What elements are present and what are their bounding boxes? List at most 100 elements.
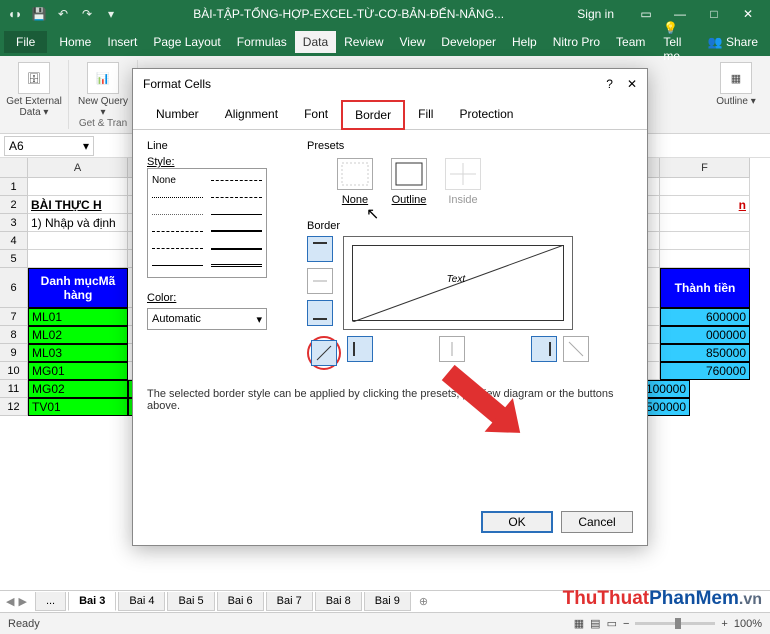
row-header[interactable]: 8: [0, 326, 28, 344]
new-query-button[interactable]: 📊 New Query ▾: [75, 62, 131, 118]
status-bar: Ready ▦ ▤ ▭ − + 100%: [0, 612, 770, 634]
add-sheet-button[interactable]: ⊕: [419, 595, 428, 608]
autosave-icon[interactable]: ◖◗: [6, 5, 24, 23]
zoom-in-icon[interactable]: +: [721, 618, 727, 630]
tab-number[interactable]: Number: [143, 100, 212, 130]
document-title: BÀI-TẬP-TỔNG-HỢP-EXCEL-TỪ-CƠ-BẢN-ĐẾN-NÂN…: [120, 7, 577, 21]
style-none[interactable]: None: [152, 173, 203, 187]
row-header[interactable]: 1: [0, 178, 28, 196]
border-top-button[interactable]: [307, 236, 333, 262]
row-header[interactable]: 11: [0, 380, 28, 398]
tab-border[interactable]: Border: [341, 100, 405, 130]
menu-formulas[interactable]: Formulas: [229, 31, 295, 53]
col-header-a[interactable]: A: [28, 158, 128, 178]
select-all-corner[interactable]: [0, 158, 28, 178]
maximize-icon[interactable]: □: [698, 2, 730, 26]
sheet-tab[interactable]: Bai 9: [364, 592, 411, 611]
menu-data[interactable]: Data: [295, 31, 336, 53]
presets-section-label: Presets: [307, 140, 633, 152]
sheet-tab[interactable]: Bai 3: [68, 592, 116, 611]
menu-page-layout[interactable]: Page Layout: [145, 31, 228, 53]
cancel-button[interactable]: Cancel: [561, 511, 633, 533]
preset-outline[interactable]: Outline: [391, 158, 427, 206]
undo-icon[interactable]: ↶: [54, 5, 72, 23]
tab-fill[interactable]: Fill: [405, 100, 446, 130]
sheet-tab[interactable]: Bai 6: [217, 592, 264, 611]
zoom-slider[interactable]: [635, 622, 715, 625]
outline-icon: ▦: [720, 62, 752, 94]
border-diag-up-button[interactable]: [311, 340, 337, 366]
sheet-tab[interactable]: Bai 8: [315, 592, 362, 611]
view-page-icon[interactable]: ▤: [590, 617, 600, 630]
menu-home[interactable]: Home: [51, 31, 99, 53]
menu-team[interactable]: Team: [608, 31, 653, 53]
query-icon: 📊: [87, 62, 119, 94]
menu-insert[interactable]: Insert: [99, 31, 145, 53]
menu-review[interactable]: Review: [336, 31, 391, 53]
border-hint-text: The selected border style can be applied…: [147, 388, 633, 412]
help-icon[interactable]: ?: [606, 77, 613, 91]
row-header[interactable]: 2: [0, 196, 28, 214]
border-bottom-button[interactable]: [307, 300, 333, 326]
redo-icon[interactable]: ↷: [78, 5, 96, 23]
border-middle-h-button[interactable]: [307, 268, 333, 294]
name-box[interactable]: A6▾: [4, 136, 94, 156]
preset-none[interactable]: None: [337, 158, 373, 206]
line-style-list[interactable]: None: [147, 168, 267, 278]
sheet-next-icon[interactable]: ▶: [18, 595, 26, 608]
border-diag-down-button[interactable]: [563, 336, 589, 362]
tab-protection[interactable]: Protection: [446, 100, 526, 130]
sheet-prev-icon[interactable]: ◀: [6, 595, 14, 608]
row-header[interactable]: 9: [0, 344, 28, 362]
color-dropdown[interactable]: Automatic▾: [147, 308, 267, 330]
dialog-titlebar[interactable]: Format Cells ? ✕: [133, 69, 647, 99]
border-preview[interactable]: Text: [343, 236, 573, 330]
dialog-close-icon[interactable]: ✕: [627, 77, 637, 91]
save-icon[interactable]: 💾: [30, 5, 48, 23]
menu-nitro-pro[interactable]: Nitro Pro: [545, 31, 608, 53]
row-header[interactable]: 12: [0, 398, 28, 416]
zoom-out-icon[interactable]: −: [623, 618, 629, 630]
color-label: Color:: [147, 292, 277, 304]
menu-developer[interactable]: Developer: [433, 31, 504, 53]
row-header[interactable]: 3: [0, 214, 28, 232]
format-cells-dialog: Format Cells ? ✕ Number Alignment Font B…: [132, 68, 648, 546]
diag-highlight: [307, 336, 341, 370]
menu-file[interactable]: File: [4, 31, 47, 53]
dialog-title: Format Cells: [143, 77, 211, 91]
outline-button[interactable]: ▦ Outline ▾: [708, 62, 764, 107]
sheet-tab[interactable]: Bai 5: [167, 592, 214, 611]
qat-dropdown-icon[interactable]: ▾: [102, 5, 120, 23]
tab-alignment[interactable]: Alignment: [212, 100, 291, 130]
sheet-tab[interactable]: ...: [35, 592, 66, 611]
close-icon[interactable]: ✕: [732, 2, 764, 26]
border-left-button[interactable]: [347, 336, 373, 362]
border-middle-v-button[interactable]: [439, 336, 465, 362]
row-header[interactable]: 5: [0, 250, 28, 268]
chevron-down-icon: ▾: [256, 313, 262, 326]
sheet-tab[interactable]: Bai 4: [118, 592, 165, 611]
view-break-icon[interactable]: ▭: [607, 617, 617, 630]
menubar: File Home Insert Page Layout Formulas Da…: [0, 28, 770, 56]
menu-help[interactable]: Help: [504, 31, 545, 53]
row-header[interactable]: 4: [0, 232, 28, 250]
get-external-data-button[interactable]: 🗄 Get External Data ▾: [6, 62, 62, 118]
row-header[interactable]: 10: [0, 362, 28, 380]
tab-font[interactable]: Font: [291, 100, 341, 130]
ok-button[interactable]: OK: [481, 511, 553, 533]
menu-view[interactable]: View: [392, 31, 434, 53]
view-normal-icon[interactable]: ▦: [574, 617, 584, 630]
ribbon-group-query: 📊 New Query ▾ Get & Tran: [69, 60, 138, 129]
status-ready: Ready: [8, 618, 40, 630]
row-header[interactable]: 6: [0, 268, 28, 308]
share-button[interactable]: 👥 Share: [700, 31, 766, 53]
zoom-level[interactable]: 100%: [734, 618, 762, 630]
sign-in-link[interactable]: Sign in: [577, 7, 614, 21]
border-section-label: Border: [307, 220, 633, 232]
col-header-f[interactable]: F: [660, 158, 750, 178]
chevron-down-icon[interactable]: ▾: [83, 139, 89, 153]
border-right-button[interactable]: [531, 336, 557, 362]
row-header[interactable]: 7: [0, 308, 28, 326]
sheet-tab[interactable]: Bai 7: [266, 592, 313, 611]
preset-inside[interactable]: Inside: [445, 158, 481, 206]
